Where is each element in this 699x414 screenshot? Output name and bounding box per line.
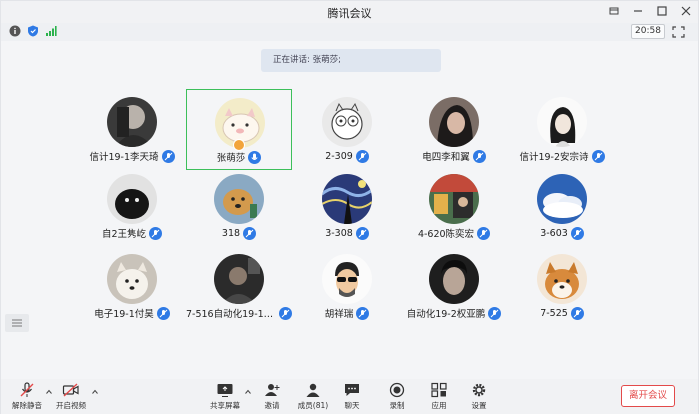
participant-name: 张萌莎 [216, 153, 246, 164]
window-controls [608, 5, 692, 17]
participant-tile[interactable]: 4-620陈奕宏 [401, 166, 507, 248]
signal-strength-icon[interactable] [45, 25, 57, 37]
participant-name: 2-309 [325, 150, 353, 162]
participant-tile[interactable]: 3-603 [509, 166, 615, 248]
participant-name: 318 [221, 227, 241, 239]
mic-muted-icon [355, 226, 369, 240]
mic-muted-icon [279, 306, 292, 320]
mic-muted-icon [472, 149, 486, 163]
participant-tile[interactable]: 7-516自动化19-1刘... [186, 246, 292, 328]
avatar [322, 97, 372, 147]
participant-name: 3-308 [325, 227, 353, 239]
participant-tile-active[interactable]: 张萌莎 [186, 89, 292, 170]
mic-muted-icon [156, 306, 170, 320]
minimize-icon[interactable] [632, 5, 644, 17]
start-video-button[interactable]: 开启视频 [53, 382, 89, 414]
mic-muted-icon [488, 306, 502, 320]
mic-muted-icon [161, 149, 175, 163]
avatar [107, 254, 157, 304]
chat-icon [345, 384, 359, 396]
avatar [537, 174, 587, 224]
unmute-button[interactable]: 解除静音 [9, 382, 45, 414]
gear-icon [472, 383, 486, 397]
participant-name: 信计19-2安宗诗 [519, 152, 589, 163]
mic-active-icon [248, 150, 262, 164]
participant-name: 7-525 [540, 307, 568, 319]
participant-tile[interactable]: 2-309 [294, 89, 400, 171]
security-shield-icon[interactable] [27, 25, 39, 37]
chevron-up-icon[interactable] [245, 389, 251, 395]
share-screen-icon [217, 384, 233, 397]
participant-name: 电四李和翼 [422, 152, 470, 163]
participant-name: 3-603 [540, 227, 568, 239]
info-icon[interactable] [9, 25, 21, 37]
apps-grid-icon [431, 382, 447, 398]
maximize-icon[interactable] [656, 5, 668, 17]
participant-name: 自动化19-2权亚鹏 [406, 309, 486, 320]
avatar [429, 97, 479, 147]
participant-name: 电子19-1付昊 [94, 309, 154, 320]
avatar [537, 254, 587, 304]
mic-muted-icon [570, 226, 584, 240]
avatar [537, 97, 587, 147]
users-icon [306, 383, 320, 397]
add-user-icon [265, 384, 280, 396]
share-screen-button[interactable]: 共享屏幕 [207, 382, 243, 414]
participant-name: 4-620陈奕宏 [417, 229, 475, 240]
avatar [107, 97, 157, 147]
participant-tile[interactable]: 胡祥瑞 [294, 246, 400, 328]
close-icon[interactable] [680, 5, 692, 17]
fullscreen-icon[interactable] [672, 26, 685, 38]
avatar [214, 254, 264, 304]
record-icon [389, 382, 405, 398]
meeting-window: 腾讯会议 20:58 正在讲话: 张萌莎; 信计19-1李天琦 张萌莎 2-30… [0, 0, 699, 414]
participant-tile[interactable]: 电子19-1付昊 [79, 246, 185, 328]
side-panel-toggle[interactable] [5, 314, 29, 332]
mic-muted-icon [591, 149, 605, 163]
participant-tile[interactable]: 电四李和翼 [401, 89, 507, 171]
avatar [107, 174, 157, 224]
meeting-toolbar: 解除静音 开启视频 共享屏幕 邀请 成员(81) 聊天 录制 应用 设置 [1, 379, 698, 414]
avatar [322, 174, 372, 224]
mic-muted-icon [149, 226, 163, 240]
video-off-icon [62, 383, 79, 397]
chat-button[interactable]: 聊天 [338, 382, 366, 414]
pin-icon[interactable] [608, 5, 620, 17]
participant-name: 7-516自动化19-1刘... [186, 309, 276, 320]
mic-muted-icon [477, 226, 491, 240]
members-button[interactable]: 成员(81) [293, 382, 333, 414]
avatar [429, 174, 479, 224]
avatar [429, 254, 479, 304]
participant-tile[interactable]: 自2王隽屹 [79, 166, 185, 248]
leave-meeting-button[interactable]: 离开会议 [621, 385, 675, 407]
participant-tile[interactable]: 7-525 [509, 246, 615, 328]
participant-tile[interactable]: 信计19-2安宗诗 [509, 89, 615, 171]
mic-off-icon [20, 382, 34, 397]
participant-name: 信计19-1李天琦 [89, 152, 159, 163]
participant-tile[interactable]: 3-308 [294, 166, 400, 248]
chevron-up-icon[interactable] [92, 389, 98, 395]
window-title: 腾讯会议 [327, 7, 372, 20]
settings-button[interactable]: 设置 [465, 382, 493, 414]
mic-muted-icon [355, 149, 369, 163]
avatar [214, 174, 264, 224]
apps-button[interactable]: 应用 [425, 382, 453, 414]
meeting-timer: 20:58 [631, 24, 665, 39]
mic-muted-icon [356, 306, 370, 320]
participant-tile[interactable]: 自动化19-2权亚鹏 [401, 246, 507, 328]
participant-name: 自2王隽屹 [101, 229, 147, 240]
mic-muted-icon [243, 226, 257, 240]
mic-muted-icon [570, 306, 584, 320]
speaking-indicator: 正在讲话: 张萌莎; [261, 49, 441, 72]
title-bar: 腾讯会议 [1, 1, 698, 23]
participant-tile[interactable]: 信计19-1李天琦 [79, 89, 185, 171]
record-button[interactable]: 录制 [383, 382, 411, 414]
invite-button[interactable]: 邀请 [257, 382, 287, 414]
chevron-up-icon[interactable] [46, 389, 52, 395]
list-icon [12, 319, 22, 327]
avatar [322, 254, 372, 304]
participant-tile[interactable]: 318 [186, 166, 292, 248]
status-row: 20:58 [1, 23, 698, 41]
participant-name: 胡祥瑞 [324, 309, 354, 320]
